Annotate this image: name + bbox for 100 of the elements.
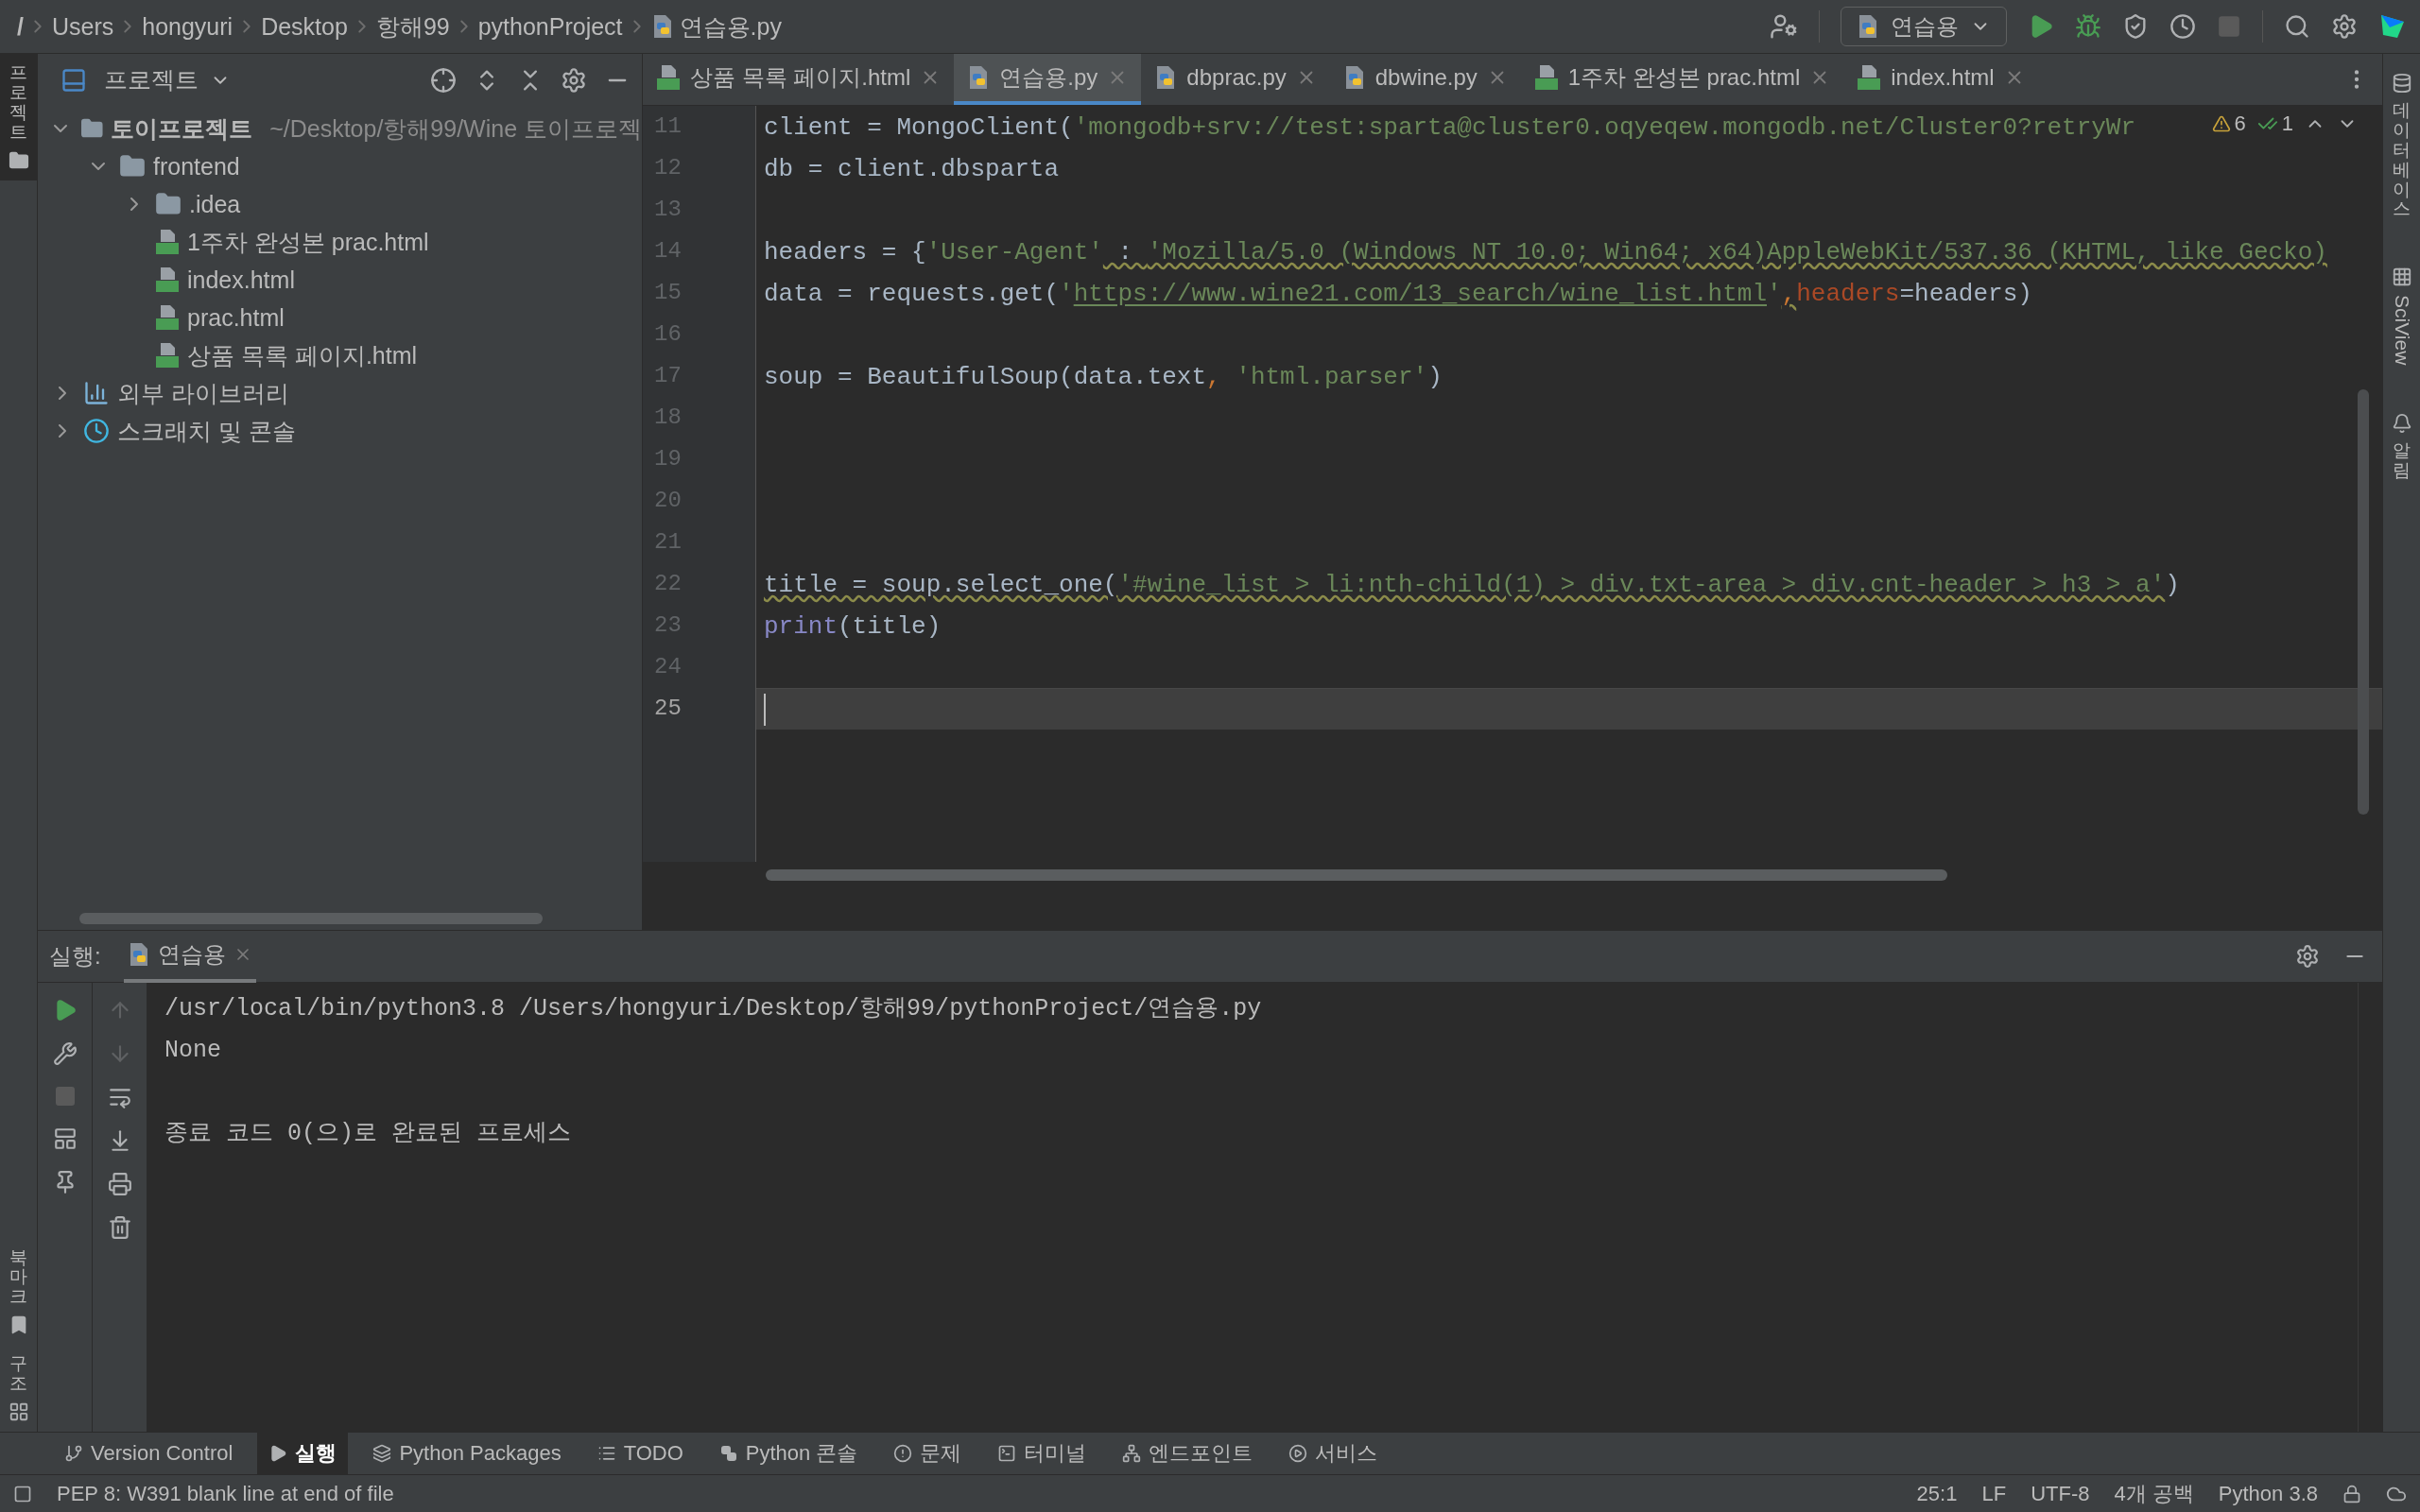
settings-icon[interactable] bbox=[2331, 13, 2358, 40]
tool-window-button[interactable]: SciView bbox=[2382, 257, 2420, 375]
trash-icon[interactable] bbox=[107, 1215, 132, 1240]
status-item[interactable]: UTF-8 bbox=[2031, 1481, 2090, 1506]
html-file-icon bbox=[155, 342, 180, 369]
user-icon[interactable] bbox=[1770, 12, 1798, 41]
tool-window-tab[interactable]: Python Packages bbox=[361, 1432, 573, 1475]
scrollbar[interactable] bbox=[766, 869, 1947, 881]
branch-icon bbox=[64, 1444, 83, 1463]
project-path: ~/Desktop/항해99/Wine 토이프로젝 bbox=[269, 113, 642, 144]
console-line: 종료 코드 0(으)로 완료된 프로세스 bbox=[164, 1119, 573, 1149]
tree-item[interactable]: 상품 목록 페이지.html bbox=[187, 339, 418, 371]
scrollbar[interactable] bbox=[79, 913, 543, 924]
html-file-icon bbox=[155, 229, 180, 255]
editor-tab[interactable]: 상품 목록 페이지.html bbox=[643, 54, 955, 105]
text-caret bbox=[764, 693, 766, 726]
tool-window-label: 데이터베이스 bbox=[2393, 101, 2411, 220]
tool-window-tab[interactable]: 엔드포인트 bbox=[1111, 1432, 1265, 1475]
tool-window-tab[interactable]: 실행 bbox=[257, 1432, 349, 1475]
status-item[interactable]: LF bbox=[1981, 1481, 2007, 1506]
folder-icon bbox=[119, 153, 146, 180]
tree-item[interactable]: frontend bbox=[153, 152, 240, 180]
breadcrumb[interactable]: hongyuri bbox=[142, 12, 233, 41]
alert-icon bbox=[893, 1444, 913, 1463]
folder-icon bbox=[8, 149, 29, 171]
tree-item[interactable]: prac.html bbox=[187, 303, 285, 332]
code-line: db = client.dbsparta bbox=[764, 153, 1060, 185]
scratch-clock-icon bbox=[83, 418, 110, 444]
status-item[interactable]: 25:1 bbox=[1916, 1481, 1958, 1506]
endpoints-icon bbox=[1122, 1444, 1142, 1463]
editor-tab[interactable]: 1주차 완성본 prac.html bbox=[1520, 54, 1844, 105]
database-icon bbox=[2391, 73, 2412, 94]
tree-item[interactable]: 1주차 완성본 prac.html bbox=[187, 226, 429, 258]
panel-icon bbox=[60, 66, 87, 94]
tool-window-button[interactable]: 데이터베이스 bbox=[2382, 63, 2420, 230]
breadcrumb[interactable]: 항해99 bbox=[375, 10, 450, 43]
layout-icon[interactable] bbox=[52, 1126, 78, 1151]
folder-icon bbox=[155, 191, 182, 217]
tree-item[interactable]: 스크래치 및 콘솔 bbox=[117, 415, 296, 447]
python-file-icon bbox=[1857, 14, 1879, 39]
html-file-icon bbox=[155, 304, 180, 331]
editor-tab[interactable]: 연습용.py bbox=[954, 54, 1142, 105]
lock-icon[interactable] bbox=[2342, 1484, 2361, 1503]
scrollbar[interactable] bbox=[2358, 389, 2369, 815]
debug-icon[interactable] bbox=[2075, 13, 2101, 40]
editor-tab[interactable]: dbwine.py bbox=[1329, 54, 1521, 105]
status-item[interactable]: Python 3.8 bbox=[2218, 1481, 2318, 1506]
breadcrumb[interactable]: Desktop bbox=[261, 12, 348, 41]
run-config-dropdown[interactable]: 연습용 bbox=[1841, 7, 2007, 46]
tool-window-label: 프로젝트 bbox=[9, 63, 27, 143]
breadcrumb[interactable]: Users bbox=[51, 12, 114, 41]
tree-item[interactable]: 외부 라이브러리 bbox=[117, 377, 289, 409]
structure-icon bbox=[8, 1401, 29, 1422]
status-item[interactable]: 4개 공백 bbox=[2114, 1479, 2194, 1508]
terminal-icon bbox=[997, 1444, 1017, 1463]
typo-count[interactable]: 1 bbox=[2256, 112, 2293, 136]
run-panel-title: 실행: bbox=[49, 942, 101, 971]
breadcrumb[interactable]: / bbox=[17, 12, 24, 41]
tool-window-tab[interactable]: 터미널 bbox=[986, 1432, 1098, 1475]
layers-icon bbox=[372, 1444, 392, 1463]
tool-window-tab[interactable]: Python 콘솔 bbox=[707, 1432, 870, 1475]
tool-window-label: 구조 bbox=[9, 1354, 27, 1394]
warning-count[interactable]: 6 bbox=[2211, 112, 2246, 136]
code-line: data = requests.get('https://www.wine21.com/13_search/wine_list.html',headers=headers) bbox=[764, 278, 2032, 310]
wrench-icon[interactable] bbox=[52, 1041, 78, 1066]
breadcrumb[interactable]: 연습용.py bbox=[650, 10, 782, 43]
settings-icon[interactable] bbox=[561, 66, 587, 94]
tool-window-tab[interactable]: Version Control bbox=[53, 1432, 245, 1475]
tree-item[interactable]: 토이프로젝트 bbox=[111, 112, 253, 145]
editor-tab[interactable]: index.html bbox=[1843, 54, 2038, 105]
print-icon[interactable] bbox=[107, 1172, 132, 1196]
layout-toggle-icon[interactable] bbox=[13, 1484, 32, 1503]
tool-window-tab[interactable]: TODO bbox=[585, 1432, 695, 1475]
tree-item[interactable]: .idea bbox=[189, 190, 241, 218]
tool-window-button[interactable]: 알림 bbox=[2382, 403, 2420, 490]
tool-window-button[interactable]: 북마크 bbox=[0, 1238, 38, 1346]
breadcrumb[interactable]: pythonProject bbox=[477, 12, 623, 41]
settings-icon[interactable] bbox=[2295, 944, 2320, 969]
play-icon bbox=[268, 1444, 288, 1463]
locate-icon[interactable] bbox=[430, 66, 457, 94]
status-message: PEP 8: W391 blank line at end of file bbox=[57, 1481, 395, 1506]
tool-window-button[interactable]: 구조 bbox=[0, 1345, 38, 1432]
library-icon bbox=[83, 380, 110, 406]
profile-icon[interactable] bbox=[2169, 13, 2196, 40]
code-line: soup = BeautifulSoup(data.text, 'html.parser') bbox=[764, 361, 1443, 393]
tool-window-tab[interactable]: 서비스 bbox=[1277, 1432, 1390, 1475]
app-logo-icon[interactable] bbox=[2378, 12, 2407, 41]
run-tab[interactable]: 연습용 bbox=[123, 930, 256, 983]
html-file-icon bbox=[656, 64, 681, 91]
list-icon bbox=[596, 1444, 616, 1463]
grid-icon bbox=[2391, 266, 2412, 288]
tool-window-label: SciView bbox=[2390, 295, 2413, 366]
search-icon[interactable] bbox=[2284, 13, 2310, 40]
project-view-dropdown[interactable]: 프로젝트 bbox=[104, 64, 231, 95]
tree-item[interactable]: index.html bbox=[187, 266, 295, 294]
code-line: headers = {'User-Agent' : 'Mozilla/5.0 (Windows NT 10.0; Win64; x64)AppleWebKit/537.36 (KHTML, like Gecko) bbox=[764, 236, 2327, 268]
tool-window-tab[interactable]: 문제 bbox=[882, 1432, 974, 1475]
html-file-icon bbox=[1533, 64, 1559, 91]
tool-window-button[interactable]: 프로젝트 bbox=[0, 54, 38, 180]
editor-tab[interactable]: dbprac.py bbox=[1141, 54, 1330, 105]
